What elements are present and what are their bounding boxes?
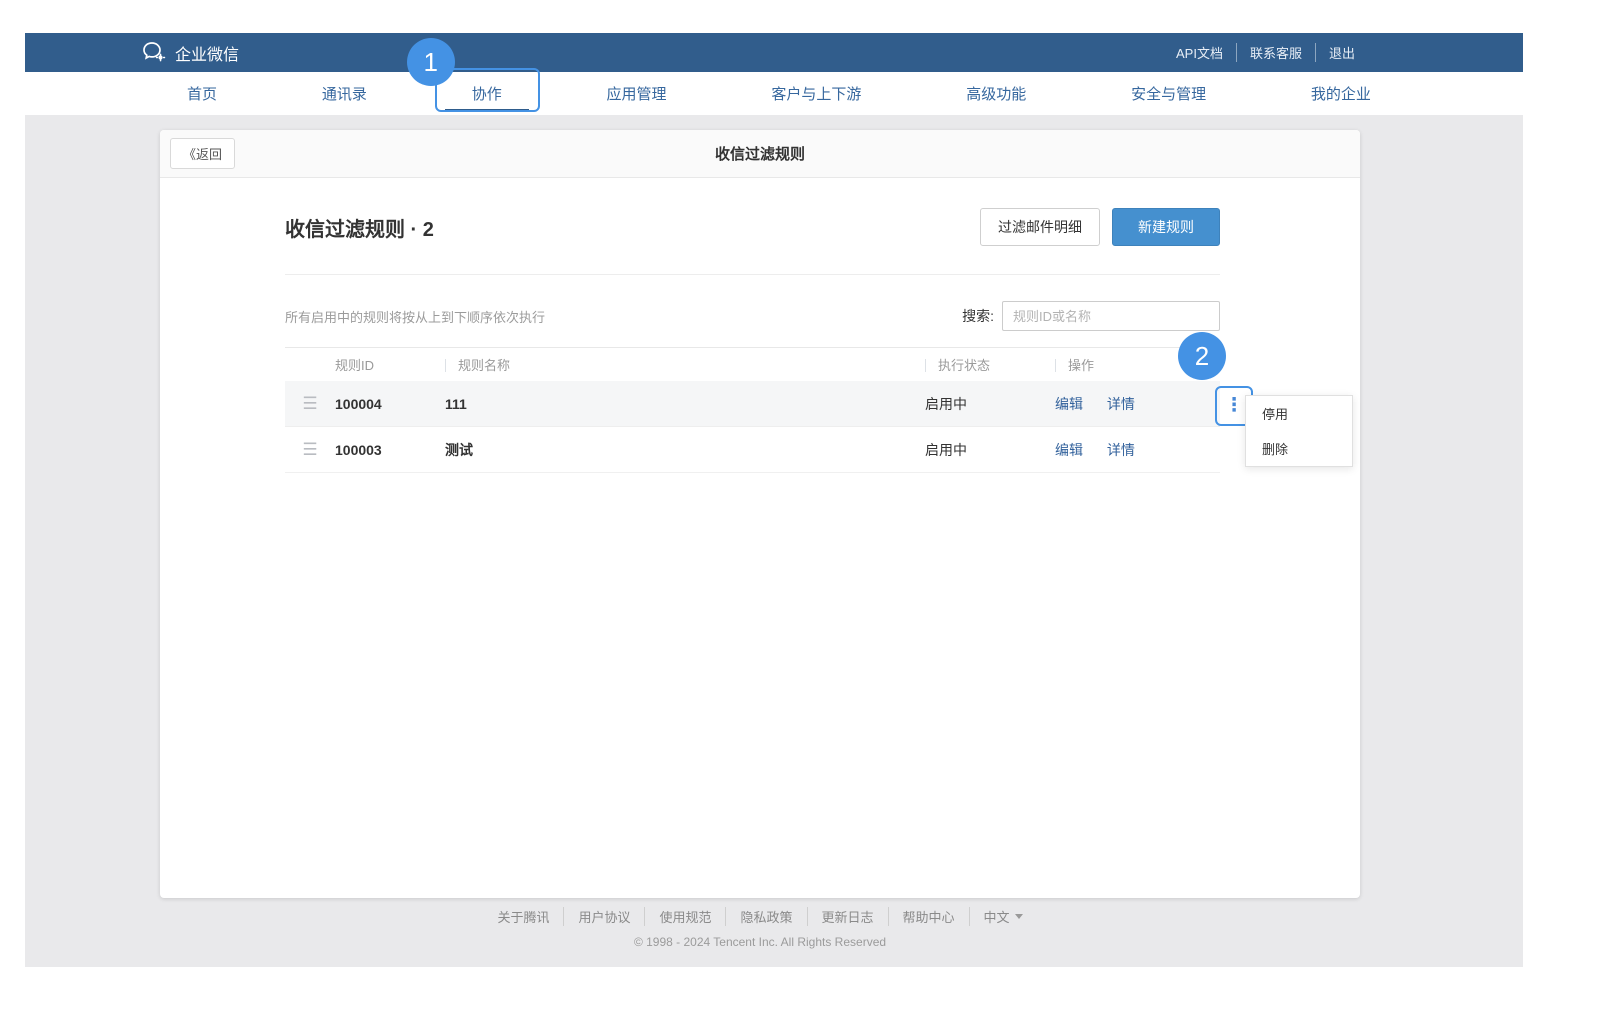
top-bar: 企业微信 API文档 联系客服 退出 (25, 33, 1523, 72)
drag-handle-icon[interactable]: ☰ (302, 441, 317, 458)
tab-app-management[interactable]: 应用管理 (605, 72, 669, 115)
rule-actions-cell: 编辑 详情 ⋮ (1055, 394, 1220, 414)
annotation-step-1-badge: 1 (407, 38, 455, 86)
rule-id-cell: 100004 (335, 396, 445, 412)
search-label: 搜索: (962, 306, 994, 326)
footer-language-label: 中文 (984, 907, 1010, 926)
row-handle-cell: ☰ (285, 441, 335, 458)
detail-link[interactable]: 详情 (1107, 442, 1135, 458)
section-title: 收信过滤规则 · 2 (285, 213, 434, 242)
col-header-status: 执行状态 (925, 355, 1055, 374)
logout-link[interactable]: 退出 (1315, 43, 1368, 62)
footer-privacy-policy-link[interactable]: 隐私政策 (726, 907, 807, 926)
menu-item-disable[interactable]: 停用 (1246, 396, 1352, 431)
tab-collaboration-label: 协作 (472, 86, 502, 103)
tab-collaboration[interactable]: 协作 1 (470, 72, 504, 115)
row-context-menu: 停用 删除 (1245, 395, 1353, 467)
edit-link[interactable]: 编辑 (1055, 396, 1083, 412)
footer-about-tencent-link[interactable]: 关于腾讯 (483, 907, 564, 926)
hint-row: 所有启用中的规则将按从上到下顺序依次执行 搜索: (285, 301, 1220, 331)
main-nav: 首页 通讯录 协作 1 应用管理 客户与上下游 高级功能 安全与管理 我的企业 (25, 72, 1523, 115)
back-button[interactable]: 《返回 (170, 138, 235, 169)
drag-handle-icon[interactable]: ☰ (302, 395, 317, 412)
annotation-step-2-badge: 2 (1178, 332, 1226, 380)
tab-customers[interactable]: 客户与上下游 (769, 72, 863, 115)
tab-my-company[interactable]: 我的企业 (1309, 72, 1373, 115)
page-footer: 关于腾讯 用户协议 使用规范 隐私政策 更新日志 帮助中心 中文 © 1998 … (160, 907, 1360, 949)
new-rule-button[interactable]: 新建规则 (1112, 208, 1220, 246)
section-divider (285, 274, 1220, 275)
table-row: ☰ 100004 111 启用中 编辑 详情 ⋮ (285, 381, 1220, 427)
header-buttons: 过滤邮件明细 新建规则 (980, 208, 1220, 246)
rule-name-cell: 111 (445, 396, 925, 412)
footer-links: 关于腾讯 用户协议 使用规范 隐私政策 更新日志 帮助中心 中文 (160, 907, 1360, 926)
filtered-mail-detail-button[interactable]: 过滤邮件明细 (980, 208, 1100, 246)
app-frame: 企业微信 API文档 联系客服 退出 首页 通讯录 协作 1 应用管理 客户与上… (25, 33, 1523, 967)
detail-link[interactable]: 详情 (1107, 396, 1135, 412)
tab-contacts[interactable]: 通讯录 (320, 72, 369, 115)
rule-actions-cell: 编辑 详情 (1055, 440, 1220, 460)
active-tab-underline (445, 109, 529, 112)
card-body: 收信过滤规则 · 2 过滤邮件明细 新建规则 所有启用中的规则将按从上到下顺序依… (160, 208, 1360, 473)
app-logo[interactable]: 企业微信 (142, 41, 239, 65)
edit-link[interactable]: 编辑 (1055, 442, 1083, 458)
search-input[interactable] (1002, 301, 1220, 331)
footer-usage-rules-link[interactable]: 使用规范 (645, 907, 726, 926)
footer-user-agreement-link[interactable]: 用户协议 (564, 907, 645, 926)
table-row: ☰ 100003 测试 启用中 编辑 详情 (285, 427, 1220, 473)
wecom-bubble-icon (142, 41, 168, 64)
col-header-rule-id: 规则ID (335, 355, 445, 374)
footer-changelog-link[interactable]: 更新日志 (808, 907, 889, 926)
page-title: 收信过滤规则 (160, 143, 1360, 164)
rule-id-cell: 100003 (335, 442, 445, 458)
page-background: 《返回 收信过滤规则 收信过滤规则 · 2 过滤邮件明细 新建规则 所有启用中的… (25, 115, 1523, 967)
rules-table: 规则ID 规则名称 执行状态 操作 ☰ 100004 111 启用中 (285, 347, 1220, 473)
tab-home[interactable]: 首页 (185, 72, 219, 115)
footer-help-center-link[interactable]: 帮助中心 (889, 907, 970, 926)
rules-order-hint: 所有启用中的规则将按从上到下顺序依次执行 (285, 307, 545, 326)
footer-language-selector[interactable]: 中文 (970, 907, 1037, 926)
col-header-rule-name: 规则名称 (445, 355, 925, 374)
rule-name-cell: 测试 (445, 440, 925, 460)
card-header: 《返回 收信过滤规则 (160, 130, 1360, 178)
top-links: API文档 联系客服 退出 (1163, 43, 1368, 62)
tab-security-management[interactable]: 安全与管理 (1129, 72, 1208, 115)
more-actions-kebab-icon[interactable]: ⋮ (1225, 396, 1244, 415)
menu-item-delete[interactable]: 删除 (1246, 431, 1352, 466)
rule-status-cell: 启用中 (925, 440, 1055, 460)
section-header: 收信过滤规则 · 2 过滤邮件明细 新建规则 (285, 208, 1220, 246)
copyright-text: © 1998 - 2024 Tencent Inc. All Rights Re… (160, 935, 1360, 949)
contact-support-link[interactable]: 联系客服 (1236, 43, 1315, 62)
caret-down-icon (1015, 914, 1023, 919)
api-docs-link[interactable]: API文档 (1163, 43, 1236, 62)
rules-card: 《返回 收信过滤规则 收信过滤规则 · 2 过滤邮件明细 新建规则 所有启用中的… (160, 130, 1360, 898)
rule-status-cell: 启用中 (925, 394, 1055, 414)
tab-advanced-features[interactable]: 高级功能 (964, 72, 1028, 115)
logo-text: 企业微信 (175, 41, 239, 65)
row-handle-cell: ☰ (285, 395, 335, 412)
table-header-row: 规则ID 规则名称 执行状态 操作 (285, 347, 1220, 381)
search-area: 搜索: (962, 301, 1220, 331)
